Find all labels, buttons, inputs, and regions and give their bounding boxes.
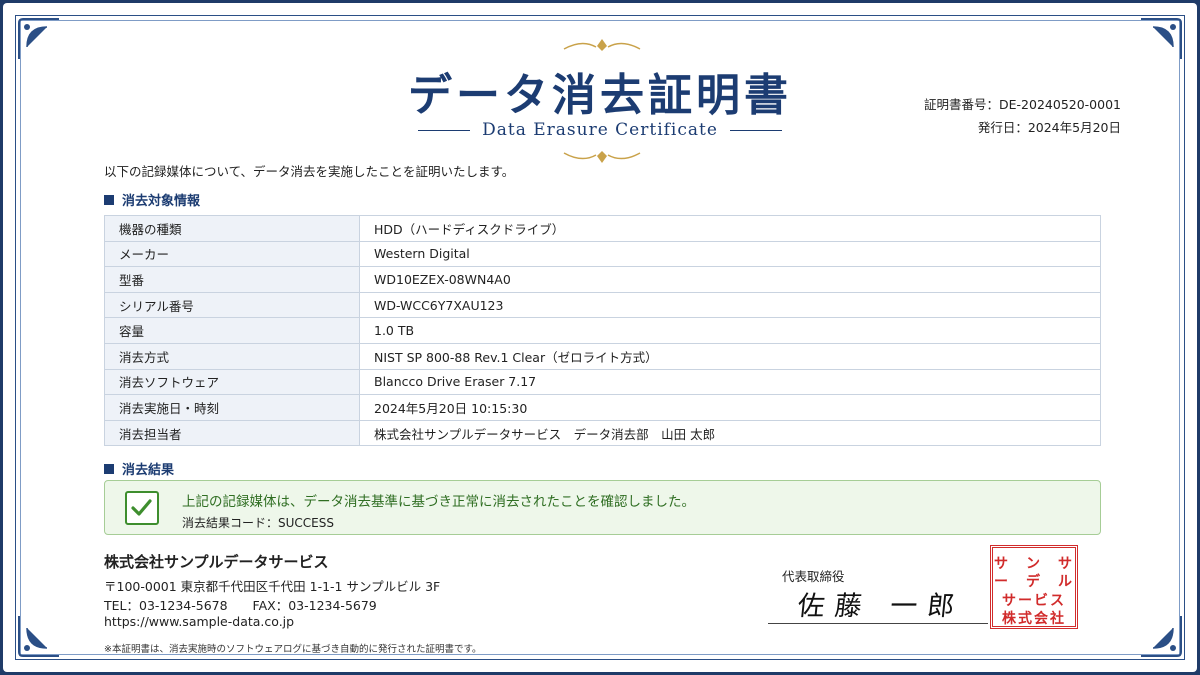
company-seal-stamp: サ ン サ ー デ ル サービス 株式会社 [990, 545, 1078, 629]
issuer-phone-fax: TEL：03-1234-5678 FAX：03-1234-5679 [104, 598, 377, 613]
result-box: 上記の記録媒体は、データ消去基準に基づき正常に消去されたことを確認しました。 消… [104, 480, 1101, 535]
checkbox-checked-icon [125, 491, 159, 525]
row-value: 株式会社サンプルデータサービス データ消去部 山田 太郎 [359, 419, 1101, 447]
table-row: 機器の種類 HDD（ハードディスクドライブ） [104, 215, 1101, 242]
certificate-page: データ消去証明書 Data Erasure Certificate 証明書番号：… [3, 3, 1197, 672]
row-value: 2024年5月20日 10:15:30 [359, 394, 1101, 421]
square-bullet-icon [104, 195, 114, 205]
corner-ornament-icon [1141, 616, 1182, 657]
gold-ornament-icon [563, 151, 641, 163]
section-heading-result: 消去結果 [104, 459, 174, 478]
result-code: 消去結果コード：SUCCESS [182, 516, 334, 530]
row-value: NIST SP 800-88 Rev.1 Clear（ゼロライト方式） [359, 342, 1101, 370]
section-heading-text: 消去対象情報 [122, 194, 201, 209]
representative-title: 代表取締役 [782, 569, 845, 584]
subtitle-text: Data Erasure Certificate [482, 120, 718, 140]
section-heading-target: 消去対象情報 [104, 190, 200, 209]
certificate-number: 証明書番号：DE-20240520-0001 [924, 97, 1121, 112]
issuer-company: 株式会社サンプルデータサービス [104, 553, 329, 571]
section-heading-text: 消去結果 [122, 463, 175, 478]
row-label: 容量 [104, 317, 360, 344]
issuer-address: 〒100-0001 東京都千代田区千代田 1-1-1 サンプルビル 3F [104, 579, 441, 594]
row-label: 消去実施日・時刻 [104, 394, 360, 421]
seal-text: サービス [1002, 593, 1066, 609]
corner-ornament-icon [18, 616, 59, 657]
square-bullet-icon [104, 464, 114, 474]
subtitle-rule-right [729, 130, 782, 131]
table-row: 消去実施日・時刻 2024年5月20日 10:15:30 [104, 394, 1101, 421]
footnote: ※本証明書は、消去実施時のソフトウェアログに基づき自動的に発行された証明書です。 [104, 644, 482, 655]
target-info-table: 機器の種類 HDD（ハードディスクドライブ） メーカー Western Digita… [104, 215, 1101, 447]
seal-text: ー デ ル [994, 574, 1074, 590]
result-message: 上記の記録媒体は、データ消去基準に基づき正常に消去されたことを確認しました。 [182, 494, 695, 510]
signature-line [768, 623, 988, 624]
row-value: HDD（ハードディスクドライブ） [359, 215, 1101, 242]
table-row: シリアル番号 WD-WCC6Y7XAU123 [104, 291, 1101, 319]
seal-text: 株式会社 [1002, 611, 1066, 627]
row-label: 消去担当者 [104, 419, 360, 447]
table-row: 消去方式 NIST SP 800-88 Rev.1 Clear（ゼロライト方式） [104, 342, 1101, 370]
intro-text: 以下の記録媒体について、データ消去を実施したことを証明いたします。 [104, 164, 515, 179]
row-label: メーカー [104, 240, 360, 268]
row-label: 型番 [104, 266, 360, 293]
row-label: シリアル番号 [104, 291, 360, 319]
row-value: 1.0 TB [359, 317, 1101, 344]
issue-date: 発行日：2024年5月20日 [977, 120, 1121, 135]
table-row: 消去ソフトウェア Blancco Drive Eraser 7.17 [104, 368, 1101, 396]
table-row: 型番 WD10EZEX-08WN4A0 [104, 266, 1101, 293]
row-value: Western Digital [359, 240, 1101, 268]
page-title: データ消去証明書 [408, 70, 792, 121]
row-label: 機器の種類 [104, 215, 360, 242]
table-row: 消去担当者 株式会社サンプルデータサービス データ消去部 山田 太郎 [104, 419, 1101, 447]
corner-ornament-icon [18, 18, 59, 59]
gold-ornament-icon [563, 39, 641, 51]
signature: 佐藤 一郎 [796, 591, 966, 622]
seal-text: サ ン サ [994, 556, 1074, 572]
subtitle-rule-left [418, 130, 471, 131]
row-label: 消去方式 [104, 342, 360, 370]
row-value: Blancco Drive Eraser 7.17 [359, 368, 1101, 396]
table-row: メーカー Western Digital [104, 240, 1101, 268]
issuer-url: https://www.sample-data.co.jp [104, 614, 295, 629]
row-label: 消去ソフトウェア [104, 368, 360, 396]
row-value: WD-WCC6Y7XAU123 [359, 291, 1101, 319]
row-value: WD10EZEX-08WN4A0 [359, 266, 1101, 293]
corner-ornament-icon [1141, 18, 1182, 59]
table-row: 容量 1.0 TB [104, 317, 1101, 344]
